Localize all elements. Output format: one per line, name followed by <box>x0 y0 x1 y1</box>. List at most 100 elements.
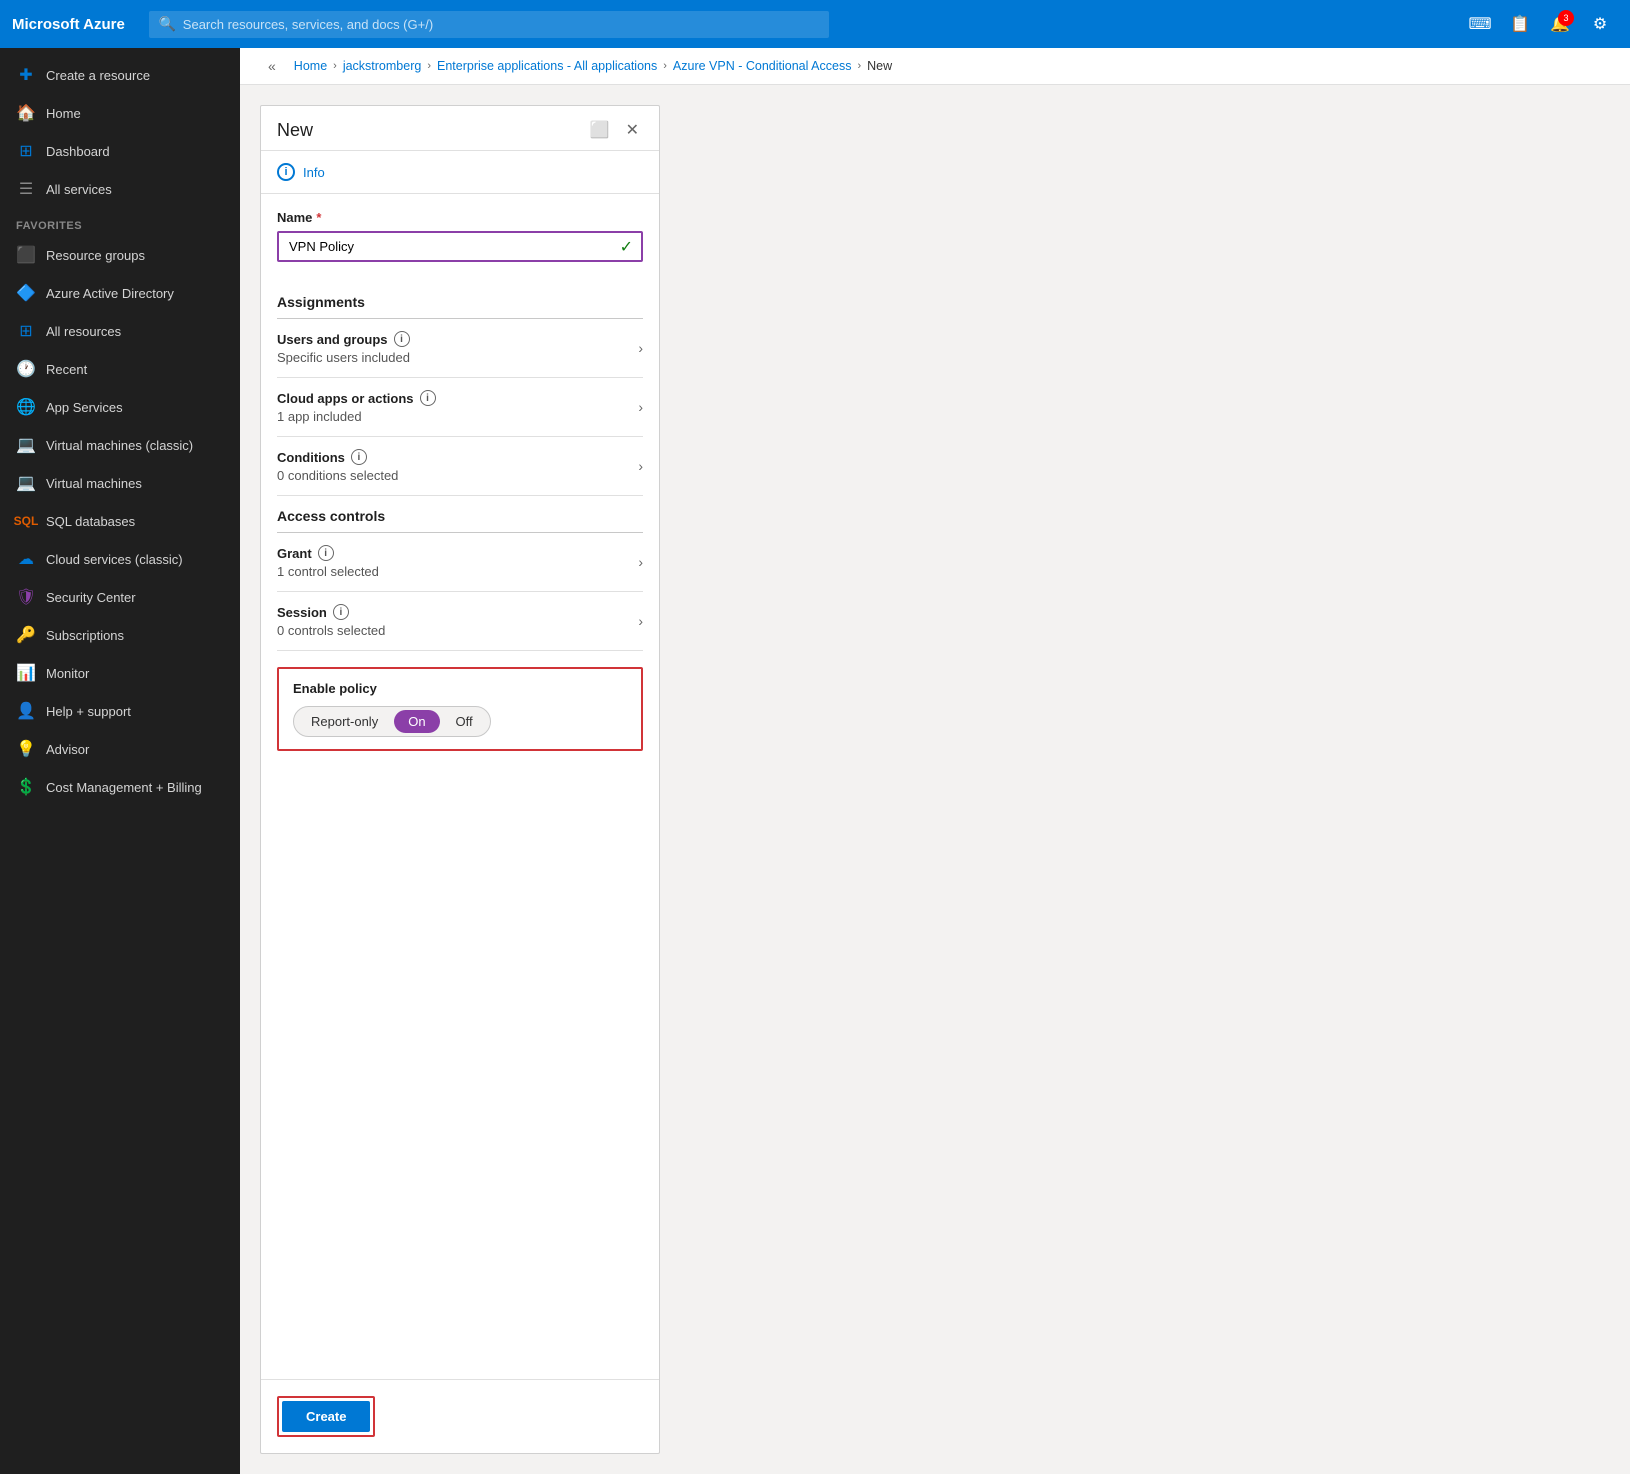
grant-title: Grant i <box>277 545 638 561</box>
enable-policy-label: Enable policy <box>293 681 627 696</box>
breadcrumb-sep-2: › <box>427 60 431 72</box>
sidebar-item-vm[interactable]: 💻 Virtual machines <box>0 464 240 502</box>
directory-button[interactable]: 📋 <box>1502 6 1538 42</box>
breadcrumb-jackstromberg[interactable]: jackstromberg <box>343 59 422 73</box>
new-policy-panel: New ⬜ ✕ i Info <box>260 105 660 1454</box>
toggle-report-only[interactable]: Report-only <box>297 710 392 733</box>
toggle-group: Report-only On Off <box>293 706 491 737</box>
sidebar-item-home[interactable]: 🏠 Home <box>0 94 240 132</box>
conditions-left: Conditions i 0 conditions selected <box>277 449 638 483</box>
sidebar-item-all-services[interactable]: ☰ All services <box>0 170 240 208</box>
home-label: Home <box>46 106 81 121</box>
clock-icon: 🕐 <box>16 359 36 379</box>
sidebar-item-security-center[interactable]: 🛡 Security Center <box>0 578 240 616</box>
cloud-apps-row[interactable]: Cloud apps or actions i 1 app included › <box>277 378 643 437</box>
sidebar-item-label: Cloud services (classic) <box>46 552 183 567</box>
panel-title: New <box>277 120 313 141</box>
name-input-wrap: ✓ <box>277 231 643 262</box>
search-input[interactable] <box>149 11 829 38</box>
cloud-shell-button[interactable]: ⌨ <box>1462 6 1498 42</box>
users-groups-row[interactable]: Users and groups i Specific users includ… <box>277 319 643 378</box>
collapse-sidebar-button[interactable]: « <box>260 58 284 74</box>
sidebar-item-label: Virtual machines (classic) <box>46 438 193 453</box>
session-title: Session i <box>277 604 638 620</box>
create-button[interactable]: Create <box>282 1401 370 1432</box>
sidebar-item-advisor[interactable]: 💡 Advisor <box>0 730 240 768</box>
sidebar-item-recent[interactable]: 🕐 Recent <box>0 350 240 388</box>
sidebar-item-label: App Services <box>46 400 123 415</box>
session-left: Session i 0 controls selected <box>277 604 638 638</box>
chevron-right-icon: › <box>638 554 643 570</box>
dashboard-icon: ⊞ <box>16 141 36 161</box>
favorites-label: FAVORITES <box>0 208 240 236</box>
search-wrapper: 🔍 <box>149 11 829 38</box>
azure-ad-icon: 🔷 <box>16 283 36 303</box>
breadcrumb-sep-1: › <box>333 60 337 72</box>
sidebar-item-dashboard[interactable]: ⊞ Dashboard <box>0 132 240 170</box>
sidebar-item-resource-groups[interactable]: ⬛ Resource groups <box>0 236 240 274</box>
panel-header-icons: ⬜ ✕ <box>586 118 643 142</box>
billing-icon: 💲 <box>16 777 36 797</box>
session-row[interactable]: Session i 0 controls selected › <box>277 592 643 651</box>
sidebar-item-monitor[interactable]: 📊 Monitor <box>0 654 240 692</box>
sidebar-item-label: Security Center <box>46 590 136 605</box>
maximize-button[interactable]: ⬜ <box>586 118 614 142</box>
sidebar: ✚ Create a resource 🏠 Home ⊞ Dashboard ☰… <box>0 48 240 1474</box>
cloud-apps-left: Cloud apps or actions i 1 app included <box>277 390 638 424</box>
close-panel-button[interactable]: ✕ <box>622 118 643 142</box>
notification-badge: 3 <box>1558 10 1574 26</box>
name-input[interactable] <box>277 231 643 262</box>
sidebar-item-all-resources[interactable]: ⊞ All resources <box>0 312 240 350</box>
sidebar-item-label: Recent <box>46 362 87 377</box>
breadcrumb-home[interactable]: Home <box>294 59 327 73</box>
sidebar-item-label: Virtual machines <box>46 476 142 491</box>
access-controls-heading: Access controls <box>277 496 643 533</box>
main-layout: ✚ Create a resource 🏠 Home ⊞ Dashboard ☰… <box>0 48 1630 1474</box>
cloud-apps-value: 1 app included <box>277 409 638 424</box>
sidebar-item-help[interactable]: 👤 Help + support <box>0 692 240 730</box>
grant-info-icon: i <box>318 545 334 561</box>
name-label: Name * <box>277 210 643 225</box>
enable-policy-section: Enable policy Report-only On Off <box>277 667 643 751</box>
home-icon: 🏠 <box>16 103 36 123</box>
conditions-row[interactable]: Conditions i 0 conditions selected › <box>277 437 643 496</box>
breadcrumb-azure-vpn[interactable]: Azure VPN - Conditional Access <box>673 59 852 73</box>
notifications-button[interactable]: 🔔 3 <box>1542 6 1578 42</box>
sidebar-item-app-services[interactable]: 🌐 App Services <box>0 388 240 426</box>
session-info-icon: i <box>333 604 349 620</box>
list-icon: ☰ <box>16 179 36 199</box>
panel-body: Name * ✓ Assignments Users and groups <box>261 194 659 1379</box>
gear-icon: ⚙ <box>1593 14 1607 34</box>
cloud-shell-icon: ⌨ <box>1468 14 1491 34</box>
content-area: « Home › jackstromberg › Enterprise appl… <box>240 48 1630 1474</box>
chevron-right-icon: › <box>638 613 643 629</box>
create-resource-label: Create a resource <box>46 68 150 83</box>
sidebar-item-vm-classic[interactable]: 💻 Virtual machines (classic) <box>0 426 240 464</box>
sidebar-item-label: Azure Active Directory <box>46 286 174 301</box>
grant-row[interactable]: Grant i 1 control selected › <box>277 533 643 592</box>
sidebar-item-label: Monitor <box>46 666 89 681</box>
breadcrumb-enterprise-apps[interactable]: Enterprise applications - All applicatio… <box>437 59 657 73</box>
sidebar-item-create-resource[interactable]: ✚ Create a resource <box>0 56 240 94</box>
sidebar-item-subscriptions[interactable]: 🔑 Subscriptions <box>0 616 240 654</box>
sidebar-item-cost-management[interactable]: 💲 Cost Management + Billing <box>0 768 240 806</box>
users-groups-left: Users and groups i Specific users includ… <box>277 331 638 365</box>
maximize-icon: ⬜ <box>590 120 610 140</box>
toggle-off[interactable]: Off <box>442 710 487 733</box>
assignments-heading: Assignments <box>277 282 643 319</box>
settings-button[interactable]: ⚙ <box>1582 6 1618 42</box>
sidebar-item-label: All resources <box>46 324 121 339</box>
chevron-right-icon: › <box>638 399 643 415</box>
breadcrumb-bar: « Home › jackstromberg › Enterprise appl… <box>240 48 1630 85</box>
sidebar-item-cloud-services[interactable]: ☁ Cloud services (classic) <box>0 540 240 578</box>
advisor-icon: 💡 <box>16 739 36 759</box>
app-services-icon: 🌐 <box>16 397 36 417</box>
brand-name: Microsoft Azure <box>12 16 125 33</box>
toggle-on[interactable]: On <box>394 710 439 733</box>
chevron-right-icon: › <box>638 458 643 474</box>
sidebar-item-sql[interactable]: SQL SQL databases <box>0 502 240 540</box>
key-icon: 🔑 <box>16 625 36 645</box>
sidebar-item-azure-active-directory[interactable]: 🔷 Azure Active Directory <box>0 274 240 312</box>
info-label: Info <box>303 165 325 180</box>
cloud-icon: ☁ <box>16 549 36 569</box>
